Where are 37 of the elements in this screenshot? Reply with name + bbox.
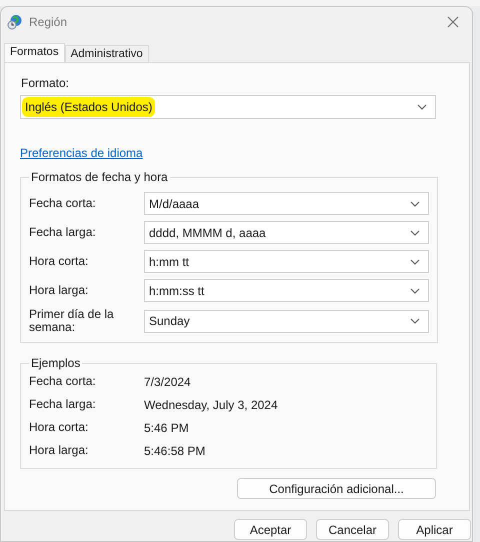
language-preferences-link[interactable]: Preferencias de idioma <box>20 146 143 160</box>
field-label: Fecha corta: <box>29 197 97 210</box>
format-dropdown[interactable]: Sunday <box>144 310 429 332</box>
example-label: Hora larga: <box>29 444 90 457</box>
chevron-down-icon <box>417 104 427 110</box>
format-dropdown[interactable]: M/d/aaaa <box>144 192 429 215</box>
tab[interactable]: Formatos <box>4 43 65 62</box>
field-label: Hora corta: <box>29 255 90 268</box>
dialog-button[interactable]: Aceptar <box>234 519 307 540</box>
example-label: Hora corta: <box>29 421 90 434</box>
globe-clock-icon <box>7 14 23 30</box>
additional-settings-button[interactable]: Configuración adicional... <box>237 478 436 499</box>
chevron-down-icon <box>410 258 420 264</box>
field-label: Primer día de la semana: <box>29 308 115 334</box>
example-label: Fecha corta: <box>29 375 97 388</box>
field-label: Fecha larga: <box>29 226 97 239</box>
chevron-down-icon <box>410 318 420 324</box>
chevron-down-icon <box>410 200 420 206</box>
field-label: Formato: <box>21 76 70 90</box>
group-title: Ejemplos <box>30 356 82 370</box>
format-dropdown[interactable]: Inglés (Estados Unidos) <box>20 95 436 119</box>
chevron-down-icon <box>410 230 420 236</box>
window-title: Región <box>29 14 68 28</box>
dialog-button[interactable]: Cancelar <box>316 519 389 540</box>
example-value: 7/3/2024 <box>144 374 191 388</box>
chevron-down-icon <box>410 288 420 294</box>
dialog-button[interactable]: Aplicar <box>398 519 471 540</box>
format-dropdown[interactable]: h:mm:ss tt <box>144 279 429 302</box>
tab[interactable]: Administrativo <box>64 45 149 62</box>
example-value: 5:46 PM <box>144 420 189 434</box>
group-title: Formatos de fecha y hora <box>30 170 169 184</box>
example-value: 5:46:58 PM <box>144 444 206 458</box>
format-dropdown[interactable]: dddd, MMMM d, aaaa <box>144 221 429 244</box>
example-label: Fecha larga: <box>29 398 97 411</box>
example-value: Wednesday, July 3, 2024 <box>144 398 278 412</box>
format-dropdown[interactable]: h:mm tt <box>144 250 429 273</box>
field-label: Hora larga: <box>29 284 90 297</box>
